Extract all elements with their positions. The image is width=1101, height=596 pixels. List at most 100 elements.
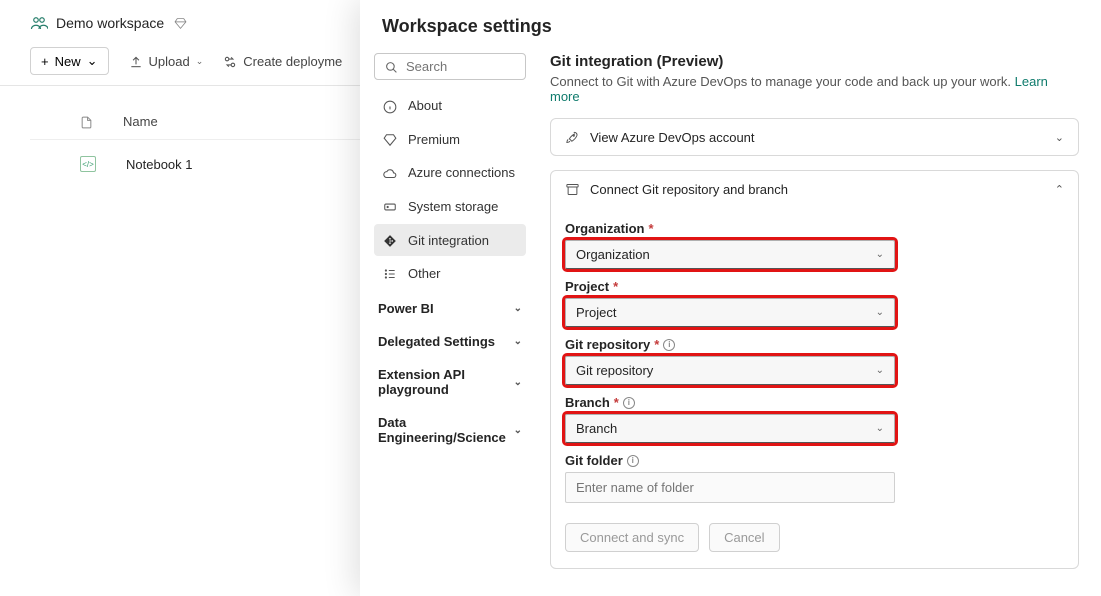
list-icon (382, 266, 398, 282)
chevron-down-icon: ⌄ (876, 365, 884, 376)
team-icon (30, 12, 48, 33)
new-button-label: New (55, 54, 81, 69)
project-label: Project * (565, 279, 1064, 294)
chevron-down-icon: ⌄ (514, 336, 522, 347)
chevron-down-icon: ⌄ (1055, 131, 1064, 144)
chevron-down-icon: ⌄ (87, 53, 98, 69)
required-indicator: * (614, 395, 619, 410)
chevron-down-icon: ⌄ (196, 56, 204, 67)
organization-dropdown[interactable]: Organization ⌄ (565, 240, 895, 269)
chevron-down-icon: ⌄ (514, 425, 522, 436)
nav-label: Premium (408, 132, 460, 147)
chevron-down-icon: ⌄ (514, 377, 522, 388)
nav-section-extension[interactable]: Extension API playground ⌄ (374, 357, 526, 405)
card-header[interactable]: Connect Git repository and branch ⌃ (551, 171, 1078, 207)
search-icon (385, 59, 398, 74)
card-header[interactable]: View Azure DevOps account ⌄ (551, 119, 1078, 155)
panel-body: About Premium Azure connections System s… (360, 49, 1101, 596)
dropdown-value: Git repository (576, 363, 653, 378)
create-deployment-button[interactable]: Create deployme (223, 53, 342, 69)
settings-search[interactable] (374, 53, 526, 80)
dropdown-value: Project (576, 305, 616, 320)
search-input[interactable] (406, 59, 515, 74)
nav-label: System storage (408, 199, 498, 214)
cloud-icon (382, 165, 398, 181)
nav-other[interactable]: Other (374, 258, 526, 290)
nav-label: Azure connections (408, 165, 515, 180)
nav-section-delegated[interactable]: Delegated Settings ⌄ (374, 324, 526, 357)
nav-premium[interactable]: Premium (374, 124, 526, 156)
file-icon (80, 114, 93, 129)
connect-repo-card: Connect Git repository and branch ⌃ Orga… (550, 170, 1079, 569)
button-row: Connect and sync Cancel (565, 523, 1064, 552)
card-body: Organization * Organization ⌄ Project * … (551, 207, 1078, 568)
upload-label: Upload (149, 54, 190, 69)
notebook-icon: </> (80, 156, 96, 172)
card-title: Connect Git repository and branch (590, 182, 788, 197)
settings-nav: About Premium Azure connections System s… (360, 49, 540, 596)
name-column-header: Name (123, 114, 158, 129)
page-title: Git integration (Preview) (550, 53, 1079, 70)
chevron-down-icon: ⌄ (514, 303, 522, 314)
label-text: Project (565, 279, 609, 294)
dropdown-value: Organization (576, 247, 650, 262)
section-label: Power BI (378, 301, 434, 316)
chevron-down-icon: ⌄ (876, 423, 884, 434)
project-dropdown[interactable]: Project ⌄ (565, 298, 895, 327)
nav-system-storage[interactable]: System storage (374, 191, 526, 223)
git-folder-input[interactable] (565, 472, 895, 503)
panel-title: Workspace settings (360, 0, 1101, 49)
git-icon (382, 232, 398, 248)
settings-main: Git integration (Preview) Connect to Git… (540, 49, 1101, 596)
storage-icon (382, 199, 398, 215)
chevron-down-icon: ⌄ (876, 307, 884, 318)
nav-label: Git integration (408, 233, 489, 248)
info-icon (382, 98, 398, 114)
nav-about[interactable]: About (374, 90, 526, 122)
rocket-icon (565, 129, 580, 145)
info-icon[interactable]: i (663, 339, 675, 351)
folder-icon (565, 181, 580, 197)
deploy-label: Create deployme (243, 54, 342, 69)
required-indicator: * (648, 221, 653, 236)
required-indicator: * (654, 337, 659, 352)
section-label: Data Engineering/Science (378, 415, 514, 445)
dropdown-value: Branch (576, 421, 617, 436)
card-title: View Azure DevOps account (590, 130, 755, 145)
branch-dropdown[interactable]: Branch ⌄ (565, 414, 895, 443)
required-indicator: * (613, 279, 618, 294)
upload-button[interactable]: Upload ⌄ (129, 53, 204, 69)
connect-sync-button[interactable]: Connect and sync (565, 523, 699, 552)
diamond-icon (174, 15, 187, 30)
nav-section-data-eng[interactable]: Data Engineering/Science ⌄ (374, 405, 526, 453)
workspace-name: Demo workspace (56, 15, 164, 31)
nav-azure-connections[interactable]: Azure connections (374, 157, 526, 189)
branch-label: Branch * i (565, 395, 1064, 410)
info-icon[interactable]: i (623, 397, 635, 409)
organization-label: Organization * (565, 221, 1064, 236)
new-button[interactable]: + New ⌄ (30, 47, 109, 75)
section-label: Delegated Settings (378, 334, 495, 349)
info-icon[interactable]: i (627, 455, 639, 467)
folder-label: Git folder i (565, 453, 1064, 468)
devops-account-card[interactable]: View Azure DevOps account ⌄ (550, 118, 1079, 156)
repo-dropdown[interactable]: Git repository ⌄ (565, 356, 895, 385)
label-text: Organization (565, 221, 644, 236)
deploy-icon (223, 53, 237, 69)
cancel-button[interactable]: Cancel (709, 523, 779, 552)
page-desc: Connect to Git with Azure DevOps to mana… (550, 74, 1079, 104)
nav-label: About (408, 98, 442, 113)
label-text: Branch (565, 395, 610, 410)
chevron-up-icon: ⌃ (1055, 183, 1064, 196)
workspace-settings-panel: Workspace settings About Pre (360, 0, 1101, 596)
nav-git-integration[interactable]: Git integration (374, 224, 526, 256)
upload-icon (129, 53, 143, 69)
repo-label: Git repository * i (565, 337, 1064, 352)
diamond-icon (382, 132, 398, 148)
row-name: Notebook 1 (126, 157, 193, 172)
nav-section-powerbi[interactable]: Power BI ⌄ (374, 291, 526, 324)
label-text: Git folder (565, 453, 623, 468)
section-label: Extension API playground (378, 367, 514, 397)
desc-text: Connect to Git with Azure DevOps to mana… (550, 74, 1015, 89)
nav-label: Other (408, 266, 441, 281)
